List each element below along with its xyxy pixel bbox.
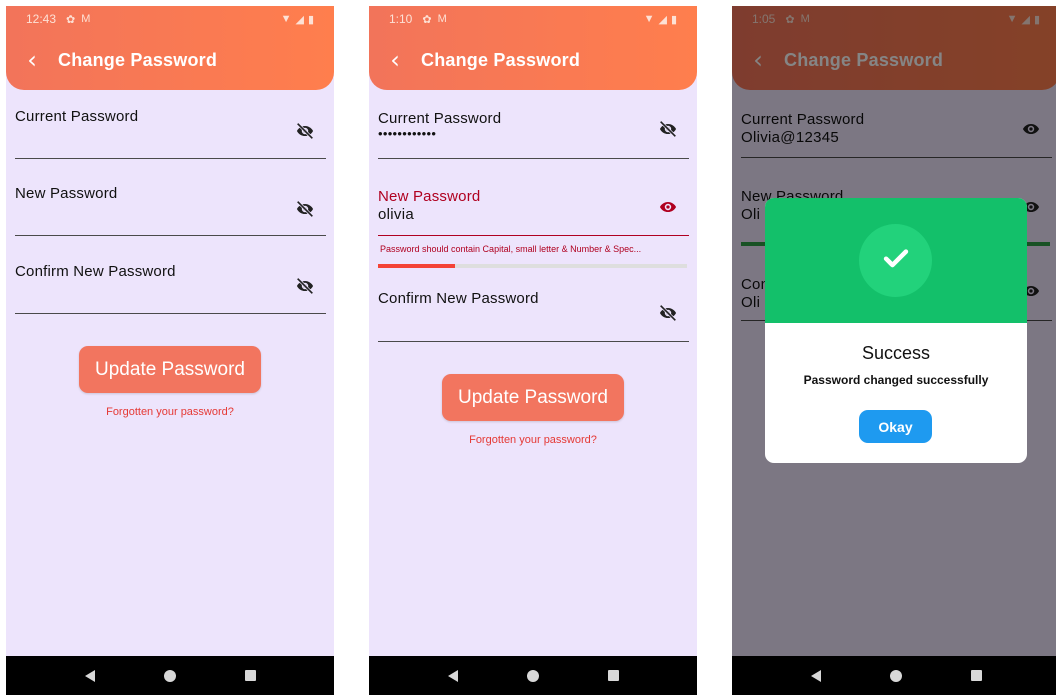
password-strength-fill [378, 264, 456, 268]
nav-recents-icon[interactable] [970, 670, 982, 681]
gmail-icon: M [81, 13, 91, 25]
phone-screen-success: 1:05 ✿ M ▼ ◢ ▮ ‹ Change Password Current… [732, 6, 1056, 695]
chevron-left-icon: ‹ [390, 46, 400, 74]
update-password-button[interactable]: Update Password [79, 346, 261, 393]
gmail-icon: M [437, 13, 447, 25]
chevron-left-icon: ‹ [27, 46, 37, 74]
new-password-field[interactable]: New Password olivia [378, 174, 689, 236]
confirm-password-field[interactable]: Confirm New Password [378, 278, 689, 342]
nav-recents-icon[interactable] [244, 670, 256, 681]
check-icon [879, 241, 913, 280]
status-time: 12:43 [26, 12, 57, 26]
app-bar: 12:43 ✿ M ▼ ◢ ▮ ‹ Change Password [6, 6, 334, 90]
okay-button[interactable]: Okay [859, 410, 932, 443]
forgot-password-link[interactable]: Forgotten your password? [369, 434, 697, 446]
status-time: 1:10 [389, 12, 413, 26]
phone-screen-empty: 12:43 ✿ M ▼ ◢ ▮ ‹ Change Password Curren… [6, 6, 334, 695]
confirm-password-label: Confirm New Password [378, 290, 539, 307]
nav-home-icon[interactable] [526, 669, 539, 682]
system-nav-bar [369, 656, 697, 695]
back-button[interactable]: ‹ [6, 46, 58, 74]
eye-off-icon[interactable] [294, 275, 316, 297]
dialog-message: Password changed successfully [803, 373, 989, 387]
current-password-field[interactable]: Current Password •••••••••••• [378, 96, 689, 159]
battery-icon: ▮ [307, 13, 314, 26]
battery-icon: ▮ [670, 13, 677, 26]
eye-icon[interactable] [657, 196, 679, 218]
nav-home-icon[interactable] [163, 669, 176, 682]
check-circle [859, 224, 932, 297]
password-error-text: Password should contain Capital, small l… [380, 244, 642, 254]
password-strength-bar [378, 264, 687, 268]
page-title: Change Password [58, 49, 218, 70]
gear-icon: ✿ [66, 13, 76, 26]
current-password-label: Current Password [15, 108, 139, 125]
nav-back-icon[interactable] [810, 669, 821, 682]
page-title: Change Password [421, 49, 581, 70]
success-dialog: Success Password changed successfully Ok… [765, 198, 1027, 463]
update-password-button[interactable]: Update Password [442, 374, 624, 421]
nav-recents-icon[interactable] [607, 670, 619, 681]
wifi-icon: ▼ [643, 13, 655, 25]
nav-home-icon[interactable] [889, 669, 902, 682]
signal-icon: ◢ [295, 13, 304, 26]
dialog-header [765, 198, 1027, 323]
wifi-icon: ▼ [280, 13, 292, 25]
confirm-password-field[interactable]: Confirm New Password [15, 251, 326, 314]
eye-off-icon[interactable] [657, 302, 679, 324]
back-button[interactable]: ‹ [369, 46, 421, 74]
current-password-field[interactable]: Current Password [15, 96, 326, 159]
app-bar: 1:10 ✿ M ▼ ◢ ▮ ‹ Change Password [369, 6, 697, 90]
current-password-value: •••••••••••• [378, 126, 437, 141]
new-password-field[interactable]: New Password [15, 174, 326, 236]
eye-off-icon[interactable] [294, 120, 316, 142]
system-nav-bar [6, 656, 334, 695]
confirm-password-label: Confirm New Password [15, 263, 176, 280]
nav-back-icon[interactable] [447, 669, 458, 682]
current-password-label: Current Password [378, 110, 502, 127]
new-password-value: olivia [378, 206, 414, 223]
status-bar: 12:43 ✿ M ▼ ◢ ▮ [6, 6, 334, 32]
nav-back-icon[interactable] [84, 669, 95, 682]
system-nav-bar [732, 656, 1056, 695]
new-password-label: New Password [378, 188, 481, 205]
phone-screen-validation: 1:10 ✿ M ▼ ◢ ▮ ‹ Change Password Current… [369, 6, 697, 695]
dialog-title: Success [861, 343, 931, 363]
status-bar: 1:10 ✿ M ▼ ◢ ▮ [369, 6, 697, 32]
gear-icon: ✿ [422, 13, 432, 26]
forgot-password-link[interactable]: Forgotten your password? [6, 406, 334, 418]
signal-icon: ◢ [658, 13, 667, 26]
eye-off-icon[interactable] [294, 198, 316, 220]
new-password-label: New Password [15, 185, 118, 202]
eye-off-icon[interactable] [657, 118, 679, 140]
